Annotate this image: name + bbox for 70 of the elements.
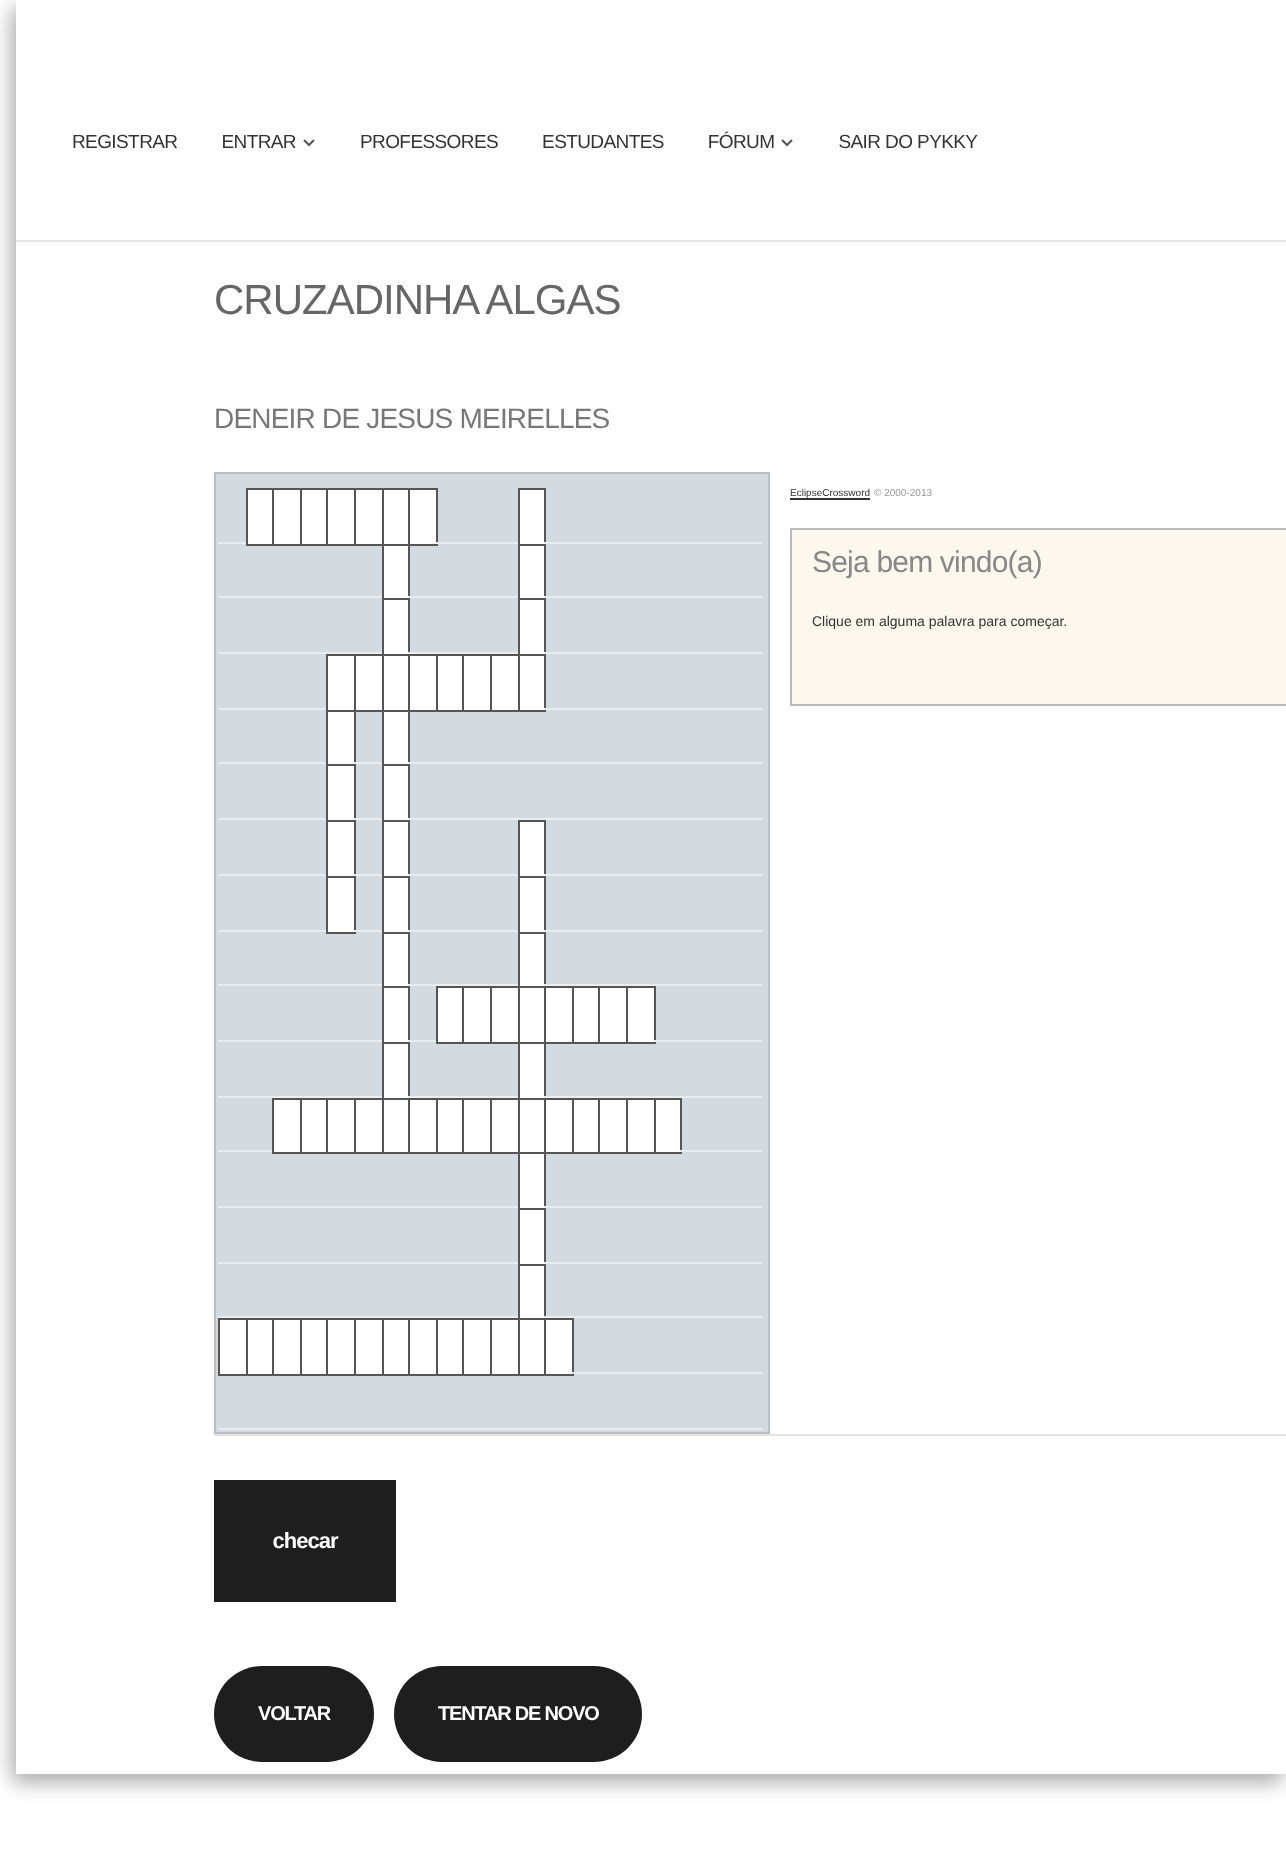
letter-cell[interactable] bbox=[462, 1097, 492, 1155]
letter-cell[interactable] bbox=[381, 709, 411, 767]
letter-cell[interactable] bbox=[517, 931, 547, 989]
letter-cell[interactable] bbox=[408, 654, 438, 712]
letter-cell[interactable] bbox=[489, 1097, 520, 1155]
page-title: CRUZADINHA ALGAS bbox=[214, 278, 623, 326]
letter-cell[interactable] bbox=[381, 986, 411, 1044]
letter-cell[interactable] bbox=[517, 1152, 547, 1210]
letter-cell[interactable] bbox=[625, 1097, 655, 1155]
letter-cell[interactable] bbox=[326, 488, 356, 546]
letter-cell[interactable] bbox=[381, 1041, 411, 1100]
letter-cell[interactable] bbox=[517, 875, 547, 933]
letter-cell[interactable] bbox=[272, 488, 302, 546]
letter-cell[interactable] bbox=[326, 764, 356, 823]
letter-cell[interactable] bbox=[489, 986, 520, 1044]
letter-cell[interactable] bbox=[462, 1318, 492, 1376]
letter-cell[interactable] bbox=[353, 1097, 384, 1155]
letter-cell[interactable] bbox=[517, 654, 547, 712]
letter-cell[interactable] bbox=[381, 764, 411, 823]
letter-cell[interactable] bbox=[218, 1318, 248, 1376]
letter-cell[interactable] bbox=[517, 1041, 547, 1100]
letter-cell[interactable] bbox=[272, 1318, 302, 1376]
letter-cell[interactable] bbox=[598, 1097, 628, 1155]
letter-cell[interactable] bbox=[326, 820, 356, 878]
letter-cell[interactable] bbox=[381, 598, 411, 657]
letter-cell[interactable] bbox=[381, 931, 411, 989]
letter-cell[interactable] bbox=[489, 1318, 520, 1376]
nav-link[interactable]: ENTRAR bbox=[221, 131, 316, 153]
letter-cell[interactable] bbox=[598, 986, 628, 1044]
letter-cell[interactable] bbox=[353, 1318, 384, 1376]
check-button[interactable]: checar bbox=[214, 1480, 396, 1602]
chevron-down-icon bbox=[302, 137, 316, 147]
action-button[interactable]: VOLTAR bbox=[214, 1666, 375, 1762]
nav-link[interactable]: REGISTRAR bbox=[72, 131, 178, 153]
letter-cell[interactable] bbox=[462, 654, 492, 712]
letter-cell[interactable] bbox=[517, 543, 547, 601]
letter-cell[interactable] bbox=[517, 598, 547, 657]
letter-cell[interactable] bbox=[381, 875, 411, 933]
letter-cell[interactable] bbox=[272, 1097, 302, 1155]
letter-cell[interactable] bbox=[326, 1318, 356, 1376]
letter-cell[interactable] bbox=[245, 488, 275, 546]
nav-link[interactable]: ESTUDANTES bbox=[542, 131, 664, 153]
letter-cell[interactable] bbox=[326, 654, 356, 712]
author-name: DENEIR DE JESUS MEIRELLES bbox=[214, 402, 612, 434]
nav-link[interactable]: FÓRUM bbox=[707, 131, 795, 153]
letter-cell[interactable] bbox=[381, 543, 411, 601]
letter-cell[interactable] bbox=[381, 820, 411, 878]
letter-cell[interactable] bbox=[435, 986, 465, 1044]
welcome-heading: Seja bem vindo(a) bbox=[812, 546, 1044, 580]
action-button[interactable]: TENTAR DE NOVO bbox=[394, 1666, 643, 1762]
letter-cell[interactable] bbox=[326, 1097, 356, 1155]
letter-cell[interactable] bbox=[544, 986, 574, 1044]
letter-cell[interactable] bbox=[517, 488, 547, 546]
letter-cell[interactable] bbox=[326, 875, 356, 933]
letter-cell[interactable] bbox=[625, 986, 655, 1044]
letter-cell[interactable] bbox=[353, 488, 384, 546]
nav-link[interactable]: PROFESSORES bbox=[360, 131, 499, 153]
letter-cell[interactable] bbox=[408, 1318, 438, 1376]
letter-cell[interactable] bbox=[517, 820, 547, 878]
chevron-down-icon bbox=[780, 137, 795, 147]
letter-cell[interactable] bbox=[517, 1207, 547, 1266]
letter-cell[interactable] bbox=[353, 654, 384, 712]
letter-cell[interactable] bbox=[408, 488, 438, 546]
letter-cell[interactable] bbox=[326, 709, 356, 767]
letter-cell[interactable] bbox=[489, 654, 520, 712]
letter-cell[interactable] bbox=[408, 1097, 438, 1155]
nav-link[interactable]: SAIR DO PYKKY bbox=[838, 131, 978, 153]
letter-cell[interactable] bbox=[544, 1318, 574, 1376]
letter-cell[interactable] bbox=[517, 1263, 547, 1321]
letter-cell[interactable] bbox=[462, 986, 492, 1044]
